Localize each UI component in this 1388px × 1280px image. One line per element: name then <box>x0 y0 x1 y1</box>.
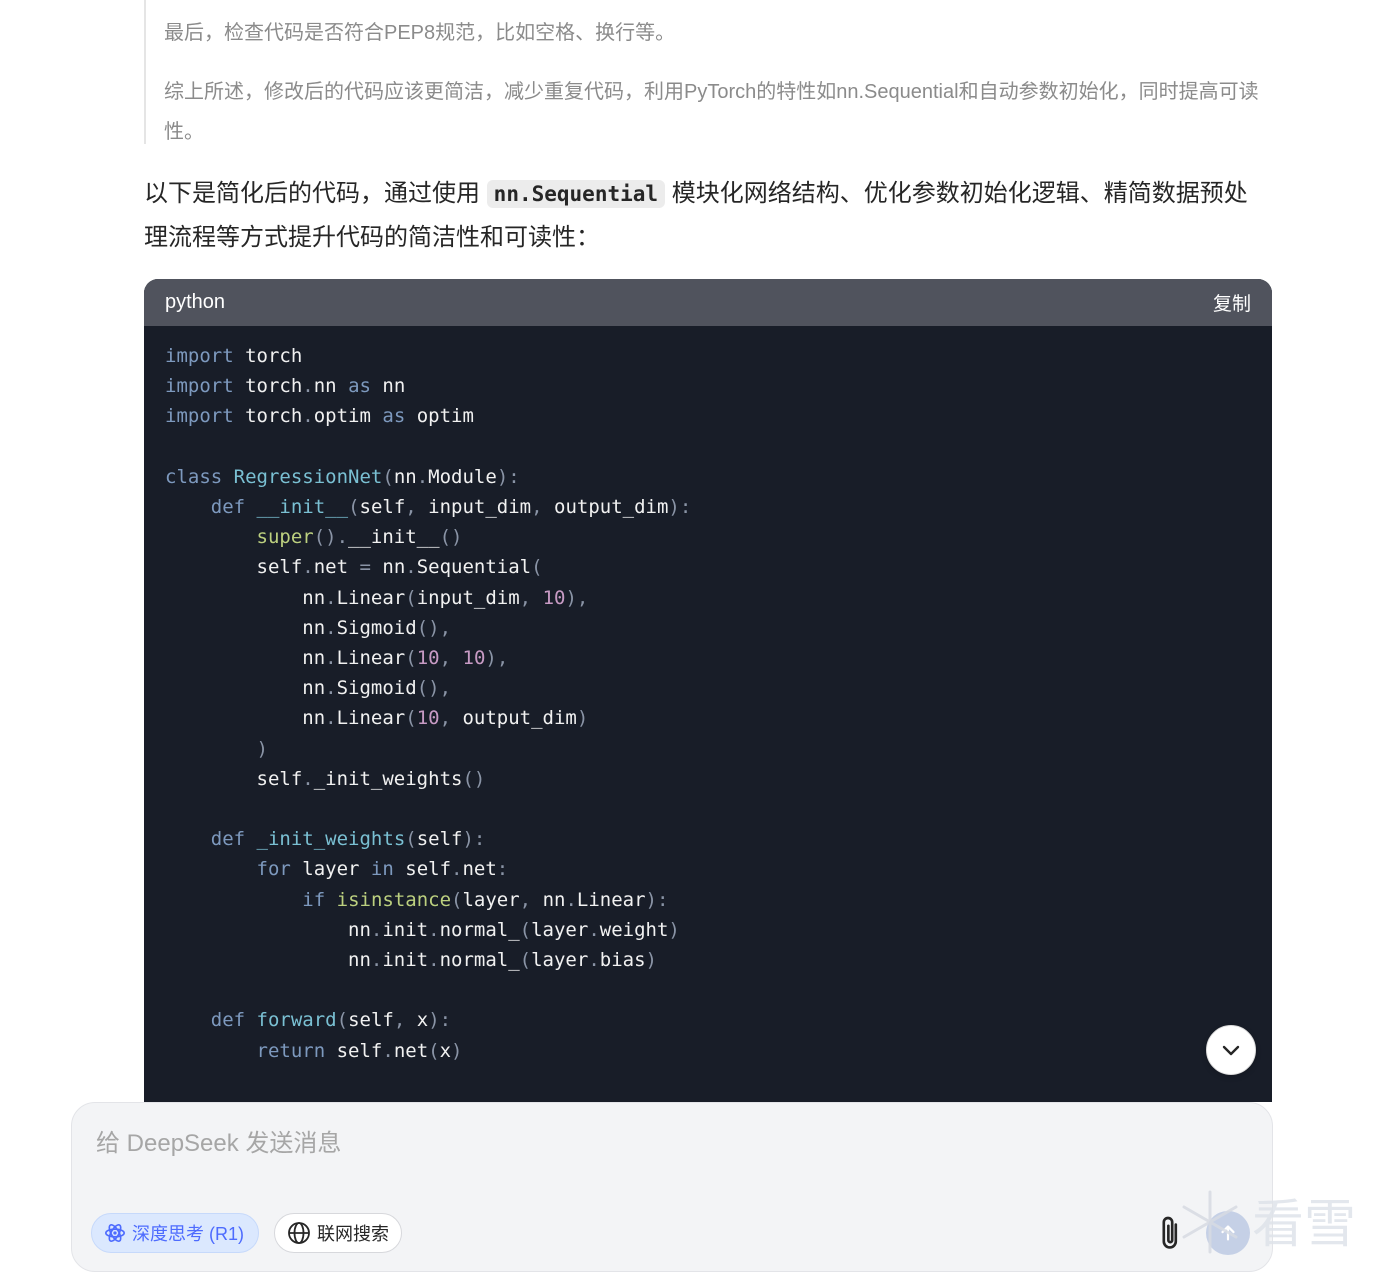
scroll-to-bottom-button[interactable] <box>1206 1025 1256 1075</box>
message-input[interactable] <box>94 1125 1098 1163</box>
deep-think-label: 深度思考 (R1) <box>132 1224 244 1244</box>
web-search-label: 联网搜索 <box>317 1224 389 1244</box>
code-language-label: python <box>165 291 226 313</box>
watermark-logo: 看雪 <box>1182 1190 1356 1255</box>
watermark-text: 看雪 <box>1252 1195 1356 1255</box>
web-search-toggle[interactable]: 联网搜索 <box>274 1213 402 1253</box>
chevron-down-icon <box>1222 1045 1240 1056</box>
inline-code: nn.Sequential <box>486 180 666 208</box>
code-block: python 复制 import torch import torch.nn a… <box>144 279 1272 1102</box>
quote-line-1: 最后，检查代码是否符合PEP8规范，比如空格、换行等。 <box>164 22 676 44</box>
intro-paragraph: 以下是简化后的代码，通过使用 nn.Sequential 模块化网络结构、优化参… <box>144 172 1264 260</box>
message-composer: 深度思考 (R1) 联网搜索 <box>71 1102 1273 1272</box>
blockquote: 最后，检查代码是否符合PEP8规范，比如空格、换行等。 综上所述，修改后的代码应… <box>144 0 1276 144</box>
globe-icon <box>288 1222 310 1244</box>
atom-icon <box>105 1224 125 1242</box>
intro-text-before: 以下是简化后的代码，通过使用 <box>144 180 487 207</box>
deep-think-toggle[interactable]: 深度思考 (R1) <box>91 1213 259 1253</box>
code-content: import torch import torch.nn as nn impor… <box>165 345 692 1062</box>
code-block-header: python 复制 <box>144 279 1272 326</box>
quote-line-2: 综上所述，修改后的代码应该更简洁，减少重复代码，利用PyTorch的特性如nn.… <box>164 81 1259 143</box>
copy-button[interactable]: 复制 <box>1213 289 1251 316</box>
